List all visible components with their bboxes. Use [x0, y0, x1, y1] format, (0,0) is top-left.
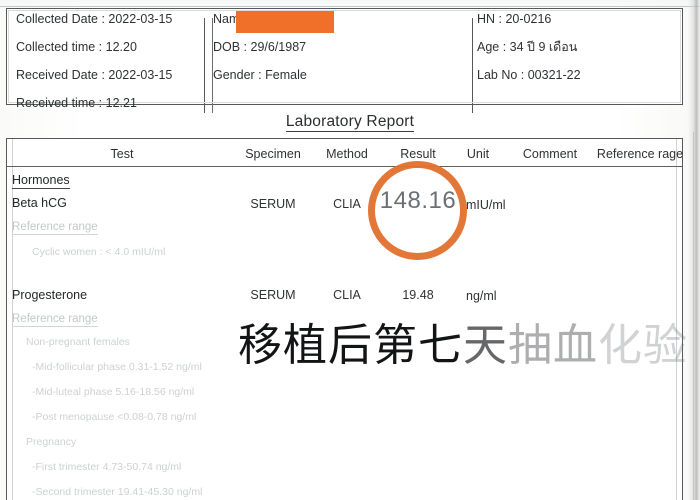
patient-age: Age : 34 ปี 9 เดือน: [477, 40, 578, 54]
header-collection-info: Collected Date : 2022-03-15 Collected ti…: [16, 12, 196, 124]
patient-dob: DOB : 29/6/1987: [213, 40, 307, 54]
table-header-rule: [7, 166, 682, 167]
table-row-progesterone-test: Progesterone: [12, 288, 88, 302]
progesterone-reference-item: -First trimester 4.73-50.74 ng/ml: [32, 461, 182, 473]
table-row-beta-hcg-specimen: SERUM: [250, 197, 296, 211]
progesterone-reference-item: -Mid-follicular phase 0.31-1.52 ng/ml: [32, 361, 202, 373]
header-identifiers: HN : 20-0216 Age : 34 ปี 9 เดือน Lab No …: [477, 12, 677, 96]
table-row-beta-hcg-unit: mIU/ml: [466, 198, 506, 212]
header-divider-right: [472, 18, 473, 113]
page-title-text: Laboratory Report: [285, 113, 415, 132]
table-row-beta-hcg-test: Beta hCG: [12, 196, 67, 210]
column-header-specimen: Specimen: [245, 147, 301, 161]
progesterone-reference-heading-text: Reference range: [12, 313, 98, 327]
beta-hcg-reference-item: Cyclic women : < 4.0 mIU/ml: [32, 246, 166, 258]
page-title: Laboratory Report: [0, 113, 700, 132]
column-header-result: Result: [400, 147, 436, 161]
lab-number: Lab No : 00321-22: [477, 68, 581, 82]
column-header-reference-rage: Reference rage: [596, 147, 684, 161]
group-label-hormones-text: Hormones: [12, 173, 70, 189]
received-time: Received time : 12.21: [16, 96, 137, 110]
table-row-progesterone-specimen: SERUM: [250, 288, 296, 302]
hospital-number: HN : 20-0216: [477, 12, 552, 26]
table-row-progesterone-result: 19.48: [402, 288, 434, 302]
collected-time: Collected time : 12.20: [16, 40, 137, 54]
collected-date: Collected Date : 2022-03-15: [16, 12, 173, 26]
caption-overlay: 移植后第七天抽血化验: [238, 322, 688, 370]
column-header-unit: Unit: [466, 147, 490, 161]
received-date: Received Date : 2022-03-15: [16, 68, 173, 82]
lab-report-screenshot: Collected Date : 2022-03-15 Collected ti…: [0, 0, 700, 500]
progesterone-reference-item: Pregnancy: [26, 436, 77, 448]
table-row-progesterone-method: CLIA: [333, 288, 361, 302]
group-label-hormones: Hormones: [12, 173, 70, 189]
top-edge-rule: [0, 6, 700, 7]
caption-fading-text-3: 化验: [598, 320, 688, 371]
table-row-progesterone-unit: ng/ml: [466, 289, 497, 303]
table-row-beta-hcg-result: 148.16: [379, 187, 457, 214]
progesterone-reference-heading: Reference range: [12, 313, 98, 327]
column-header-comment: Comment: [522, 147, 578, 161]
progesterone-reference-item: -Second trimester 19.41-45.30 ng/ml: [32, 486, 203, 498]
column-header-method: Method: [326, 147, 368, 161]
name-redaction-bar: [236, 11, 334, 33]
column-header-test: Test: [110, 147, 134, 161]
table-row-beta-hcg-method: CLIA: [333, 197, 361, 211]
caption-clear-text: 移植后第七: [238, 320, 463, 371]
patient-gender: Gender : Female: [213, 68, 307, 82]
beta-hcg-reference-heading-text: Reference range: [12, 221, 98, 235]
progesterone-reference-item: -Mid-luteal phase 5.16-18.56 ng/ml: [32, 386, 195, 398]
progesterone-reference-item: -Post menopause <0.08-0.78 ng/ml: [32, 411, 197, 423]
page-edge-line: [693, 132, 694, 500]
results-table: [6, 138, 683, 500]
page-edge-shadow: [688, 0, 700, 500]
caption-fading-text-2: 抽血: [508, 320, 598, 371]
progesterone-reference-item: Non-pregnant females: [26, 336, 130, 348]
beta-hcg-reference-heading: Reference range: [12, 221, 98, 235]
header-divider-left: [204, 18, 205, 113]
caption-fading-text-1: 天: [463, 320, 508, 371]
